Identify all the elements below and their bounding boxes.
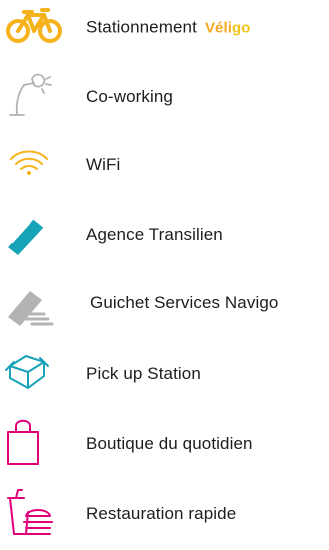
transit-card-icon	[4, 205, 64, 265]
card-counter-icon	[4, 273, 64, 333]
legend-label-restauration: Restauration rapide	[86, 504, 237, 523]
services-legend: Stationnement Véligo Co-working WiFi Age…	[0, 0, 329, 550]
desk-lamp-icon	[4, 67, 64, 127]
wifi-icon	[4, 135, 64, 195]
legend-item-veligo: Stationnement Véligo	[0, 0, 329, 58]
veligo-logo: Véligo	[205, 20, 251, 37]
veligo-logo-part1: Véli	[204, 19, 233, 37]
bicycle-icon	[4, 0, 64, 58]
legend-item-pickup: Pick up Station	[0, 344, 329, 404]
legend-item-transilien: Agence Transilien	[0, 205, 329, 265]
shopping-bag-icon	[4, 414, 64, 474]
legend-label-pickup: Pick up Station	[86, 364, 201, 383]
parcel-box-icon	[4, 344, 64, 404]
legend-item-navigo: Guichet Services Navigo	[0, 273, 329, 333]
legend-label-veligo: Stationnement Véligo	[86, 18, 251, 39]
legend-label-transilien: Agence Transilien	[86, 225, 223, 244]
legend-item-wifi: WiFi	[0, 135, 329, 195]
legend-label-boutique: Boutique du quotidien	[86, 434, 253, 453]
legend-label-navigo: Guichet Services Navigo	[90, 293, 279, 312]
legend-label-wifi: WiFi	[86, 155, 121, 174]
fast-food-icon	[4, 484, 64, 544]
legend-text: Stationnement	[86, 17, 197, 37]
legend-item-coworking: Co-working	[0, 67, 329, 127]
veligo-logo-part2: go	[232, 19, 251, 37]
legend-item-restauration: Restauration rapide	[0, 484, 329, 544]
legend-item-boutique: Boutique du quotidien	[0, 414, 329, 474]
legend-label-coworking: Co-working	[86, 87, 173, 106]
